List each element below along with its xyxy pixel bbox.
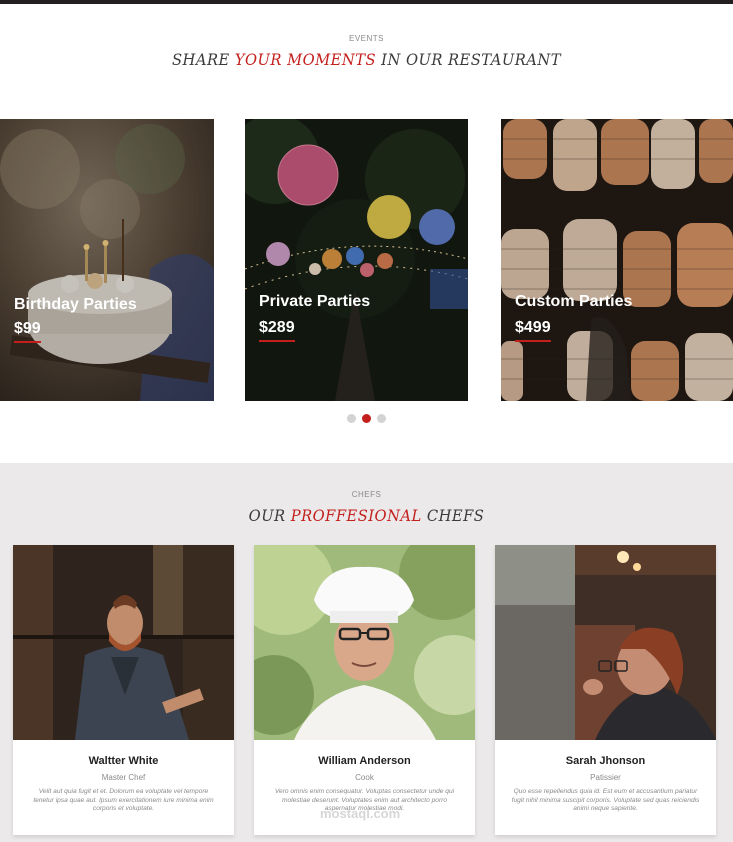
chef-photo — [13, 545, 234, 740]
event-price: $499 — [515, 319, 551, 342]
event-price: $289 — [259, 319, 295, 342]
events-title-part2: IN OUR RESTAURANT — [376, 50, 561, 69]
chefs-title-accent: PROFFESIONAL — [290, 506, 422, 525]
carousel-dot-active[interactable] — [362, 414, 371, 423]
event-card-birthday[interactable]: Birthday Parties $99 — [0, 119, 214, 401]
events-title-part1: SHARE — [172, 50, 235, 69]
events-label: EVENTS — [348, 34, 384, 43]
chef-photo — [254, 545, 475, 740]
event-card-private[interactable]: Private Parties $289 — [245, 119, 468, 401]
chef-photo — [495, 545, 716, 740]
carousel-pagination — [0, 414, 733, 423]
chefs-title: OUR PROFFESIONAL CHEFS — [29, 506, 703, 525]
chef-name: Waltter White — [88, 755, 159, 767]
chef-role: Patissier — [590, 773, 621, 782]
chef-bio: Velit aut quia fugit et et. Dolorum ea v… — [33, 788, 214, 813]
chefs-title-part1: OUR — [248, 506, 291, 525]
chef-role: Master Chef — [101, 773, 146, 782]
events-title: SHARE YOUR MOMENTS IN OUR RESTAURANT — [29, 50, 703, 69]
event-price: $99 — [14, 320, 41, 343]
events-title-accent: YOUR MOMENTS — [234, 50, 377, 69]
event-name: Private Parties — [259, 293, 371, 310]
event-name: Custom Parties — [515, 293, 633, 310]
carousel-dot[interactable] — [377, 414, 386, 423]
chef-bio: Quo esse repellendus quia id. Est eum et… — [511, 788, 700, 813]
paper-lanterns-photo — [501, 119, 733, 401]
events-section: EVENTS SHARE YOUR MOMENTS IN OUR RESTAUR… — [0, 4, 733, 463]
event-card-custom[interactable]: Custom Parties $499 — [501, 119, 733, 401]
chef-role: Cook — [355, 773, 374, 782]
chefs-label: CHEFS — [351, 490, 382, 499]
carousel-dot[interactable] — [347, 414, 356, 423]
lanterns-garden-photo — [245, 119, 468, 401]
chef-william-photo — [254, 545, 475, 740]
watermark: mostaql.com — [320, 806, 401, 821]
chefs-title-part2: CHEFS — [421, 506, 485, 525]
chefs-section: CHEFS OUR PROFFESIONAL CHEFS Waltter Whi… — [0, 463, 733, 842]
chef-name: Sarah Jhonson — [565, 755, 646, 767]
chef-card[interactable]: Waltter White Master Chef Velit aut quia… — [13, 545, 234, 835]
chef-sarah-photo — [495, 545, 716, 740]
chef-card[interactable]: William Anderson Cook Vero omnis enim co… — [254, 545, 475, 835]
birthday-cake-photo — [0, 119, 214, 401]
chef-walter-photo — [13, 545, 234, 740]
chef-card[interactable]: Sarah Jhonson Patissier Quo esse repelle… — [495, 545, 716, 835]
chef-name: William Anderson — [318, 755, 411, 767]
event-name: Birthday Parties — [14, 296, 137, 313]
